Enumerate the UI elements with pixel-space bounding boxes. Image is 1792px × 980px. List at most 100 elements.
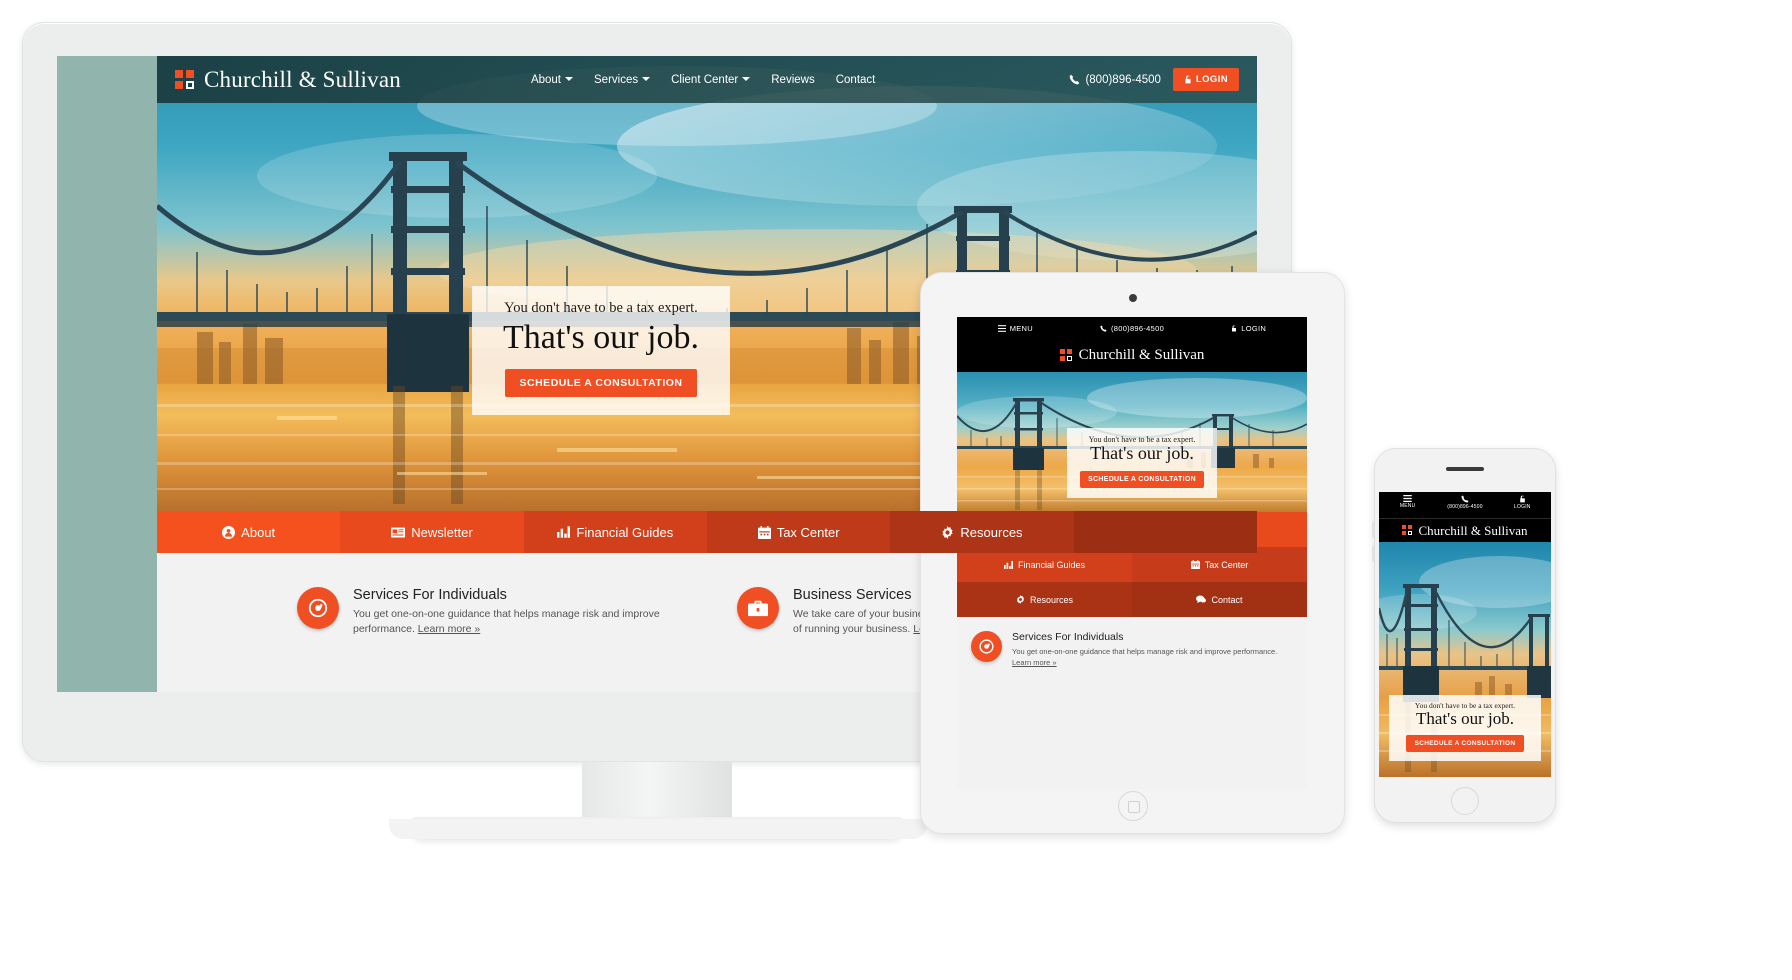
service-title: Services For Individuals bbox=[353, 587, 507, 603]
tablet-camera bbox=[1128, 294, 1137, 302]
nav-item-contact[interactable]: Contact bbox=[836, 74, 876, 86]
tablet-tile-label: Tax Center bbox=[1204, 559, 1249, 570]
phone-menu-button[interactable]: MENU bbox=[1379, 495, 1436, 509]
nav-item-services[interactable]: Services bbox=[594, 73, 651, 86]
tablet-hero-card: You don't have to be a tax expert. That'… bbox=[1067, 428, 1217, 498]
user-circle-icon bbox=[222, 525, 236, 539]
tablet-login-label: LOGIN bbox=[1241, 323, 1267, 333]
lock-icon bbox=[1520, 495, 1525, 503]
tablet-home-button[interactable] bbox=[1117, 791, 1148, 821]
phone-icon bbox=[1070, 74, 1080, 85]
hamburger-icon bbox=[1403, 495, 1412, 502]
phone-call-button[interactable]: (800)896-4500 bbox=[1436, 495, 1493, 510]
four-square-logo-icon bbox=[175, 69, 195, 90]
tablet-schedule-consultation-button[interactable]: SCHEDULE A CONSULTATION bbox=[1080, 470, 1204, 488]
gear-icon bbox=[1016, 595, 1025, 604]
tablet-menu-button[interactable]: MENU bbox=[957, 324, 1074, 333]
tablet-phone-number: (800)896-4500 bbox=[1110, 323, 1165, 333]
tile-label: Financial Guides bbox=[576, 524, 674, 540]
briefcase-icon bbox=[737, 587, 779, 629]
phone-schedule-consultation-button[interactable]: SCHEDULE A CONSULTATION bbox=[1405, 735, 1525, 752]
tablet-tile-resources[interactable]: Resources bbox=[957, 582, 1132, 617]
chevron-down-icon bbox=[565, 76, 574, 81]
brand-name: Churchill & Sullivan bbox=[204, 66, 401, 92]
hero-title: That's our job. bbox=[503, 319, 699, 356]
tablet-phone[interactable]: (800)896-4500 bbox=[1074, 324, 1191, 333]
service-text: You get one-on-one guidance that helps m… bbox=[353, 607, 677, 637]
service-description: You get one-on-one guidance that helps m… bbox=[353, 608, 660, 636]
comment-icon bbox=[1196, 595, 1207, 604]
tile-label: Resources bbox=[960, 524, 1023, 540]
nav-label: About bbox=[530, 73, 562, 86]
tablet-menu-label: MENU bbox=[1009, 323, 1033, 333]
phone-login-button[interactable]: LOGIN bbox=[1494, 495, 1551, 510]
phone-hero: You don't have to be a tax expert. That'… bbox=[1379, 542, 1551, 777]
tablet-learn-more-link[interactable]: Learn more » bbox=[1012, 658, 1057, 667]
tile-label: Newsletter bbox=[411, 524, 473, 540]
schedule-consultation-button[interactable]: SCHEDULE A CONSULTATION bbox=[504, 369, 698, 398]
nav-label: Client Center bbox=[671, 73, 739, 86]
phone-speaker bbox=[1446, 467, 1484, 471]
tablet-tile-label: Financial Guides bbox=[1017, 559, 1086, 570]
login-label: LOGIN bbox=[1195, 74, 1228, 85]
calendar-icon bbox=[1190, 560, 1200, 569]
tablet-hero: You don't have to be a tax expert. That'… bbox=[957, 372, 1307, 512]
tablet-tile-contact[interactable]: Contact bbox=[1132, 582, 1307, 617]
phone-icon bbox=[1100, 324, 1107, 332]
header-phone[interactable]: (800)896-4500 bbox=[1069, 74, 1161, 86]
nav-item-about[interactable]: About bbox=[530, 73, 574, 86]
nav-item-client-center[interactable]: Client Center bbox=[671, 73, 751, 86]
phone-mockup: MENU (800)896-4500 LOGIN Churchill & Sul… bbox=[1372, 448, 1556, 823]
tile-label: Tax Center bbox=[776, 524, 840, 540]
tile-resources[interactable]: Resources bbox=[890, 511, 1074, 553]
phone-utility-bar: MENU (800)896-4500 LOGIN bbox=[1379, 492, 1551, 518]
tablet-mockup: MENU (800)896-4500 LOGIN Churchill & Sul… bbox=[920, 272, 1345, 834]
tile-tax-center[interactable]: Tax Center bbox=[706, 511, 891, 553]
service-card-individuals: Services For Individuals You get one-on-… bbox=[297, 587, 677, 637]
page-left-margin bbox=[57, 56, 157, 692]
phone-home-button[interactable] bbox=[1451, 787, 1479, 815]
tablet-service-description: You get one-on-one guidance that helps m… bbox=[1012, 647, 1278, 656]
calendar-icon bbox=[757, 525, 771, 539]
tile-financial-guides[interactable]: Financial Guides bbox=[523, 511, 707, 553]
gear-icon bbox=[942, 525, 954, 539]
nav-label: Services bbox=[594, 73, 639, 86]
phone-number: (800)896-4500 bbox=[1447, 504, 1483, 510]
compass-icon bbox=[297, 587, 339, 629]
phone-icon bbox=[1461, 495, 1469, 503]
tile-newsletter[interactable]: Newsletter bbox=[340, 511, 524, 553]
chevron-down-icon bbox=[642, 76, 651, 81]
tablet-tile-label: Contact bbox=[1211, 594, 1243, 605]
learn-more-link[interactable]: Learn more » bbox=[418, 623, 480, 635]
bar-chart-icon bbox=[557, 526, 571, 538]
tablet-screen: MENU (800)896-4500 LOGIN Churchill & Sul… bbox=[957, 317, 1307, 789]
brand-logo[interactable]: Churchill & Sullivan bbox=[175, 67, 401, 93]
phone-volume-down-button[interactable] bbox=[1372, 546, 1374, 562]
header-right: (800)896-4500 LOGIN bbox=[1069, 68, 1239, 91]
four-square-logo-icon bbox=[1059, 349, 1073, 362]
tile-label: About bbox=[241, 524, 276, 540]
phone-hero-title: That's our job. bbox=[1416, 709, 1514, 729]
four-square-logo-icon bbox=[1402, 525, 1413, 536]
hero-card: You don't have to be a tax expert. That'… bbox=[472, 286, 730, 416]
monitor-stand-base bbox=[389, 817, 927, 839]
tablet-service-text: You get one-on-one guidance that helps m… bbox=[1012, 646, 1277, 669]
tile-contact-partial[interactable] bbox=[1073, 511, 1257, 553]
tablet-service-card-individuals: Services For Individuals You get one-on-… bbox=[957, 631, 1307, 669]
login-button[interactable]: LOGIN bbox=[1172, 68, 1239, 91]
desktop-header: Churchill & Sullivan About Services Clie… bbox=[157, 56, 1257, 103]
bar-chart-icon bbox=[1003, 560, 1013, 569]
phone-login-label: LOGIN bbox=[1514, 504, 1531, 510]
compass-icon bbox=[971, 631, 1002, 662]
quick-links-bar: About Newsletter Financial Guides Tax Ce… bbox=[157, 511, 1257, 553]
tablet-login[interactable]: LOGIN bbox=[1190, 324, 1307, 333]
chevron-down-icon bbox=[742, 76, 751, 81]
tablet-service-title: Services For Individuals bbox=[1012, 631, 1124, 643]
lock-icon bbox=[1185, 75, 1191, 84]
nav-item-reviews[interactable]: Reviews bbox=[771, 74, 814, 86]
phone-screen: MENU (800)896-4500 LOGIN Churchill & Sul… bbox=[1379, 492, 1551, 777]
tablet-brand-bar[interactable]: Churchill & Sullivan bbox=[957, 339, 1307, 372]
tile-about[interactable]: About bbox=[157, 511, 341, 553]
phone-brand-bar[interactable]: Churchill & Sullivan bbox=[1379, 518, 1551, 542]
phone-volume-up-button[interactable] bbox=[1372, 522, 1374, 538]
